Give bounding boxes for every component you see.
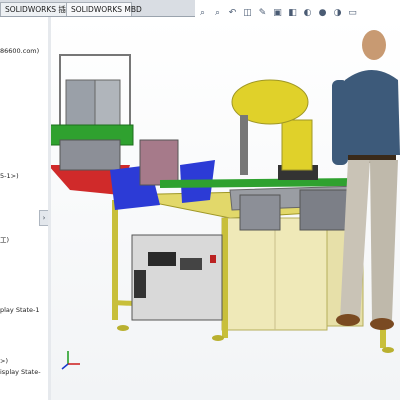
coordinate-triad-icon xyxy=(61,351,80,370)
frame-foot xyxy=(212,335,224,341)
tree-item[interactable]: 工) xyxy=(0,234,9,244)
tab-solidworks-mbd[interactable]: SOLIDWORKS MBD xyxy=(66,2,142,16)
feature-manager-tree: 86600.com) 5-1>) 工) play State-1 >) ispl… xyxy=(0,17,49,400)
command-tab-bar: SOLIDWORKS 插件 SOLIDWORKS MBD xyxy=(0,0,195,17)
frame-foot xyxy=(382,347,394,353)
frame-leg xyxy=(222,218,228,338)
control-display xyxy=(148,252,176,266)
pink-tray xyxy=(139,139,179,186)
tree-item[interactable]: play State-1 xyxy=(0,306,40,314)
frame-foot xyxy=(117,325,129,331)
graphics-area[interactable] xyxy=(51,17,400,400)
human-shirt xyxy=(345,70,400,155)
tree-item[interactable]: isplay State- xyxy=(0,368,41,376)
tree-item[interactable]: 5-1>) xyxy=(0,172,19,180)
robot-body xyxy=(281,119,313,171)
tree-item[interactable]: >) xyxy=(0,357,8,365)
assembly-model xyxy=(51,30,400,353)
tab-solidworks-addins[interactable]: SOLIDWORKS 插件 xyxy=(0,2,73,16)
tree-item[interactable]: 86600.com) xyxy=(0,47,39,55)
human-head xyxy=(362,30,386,60)
